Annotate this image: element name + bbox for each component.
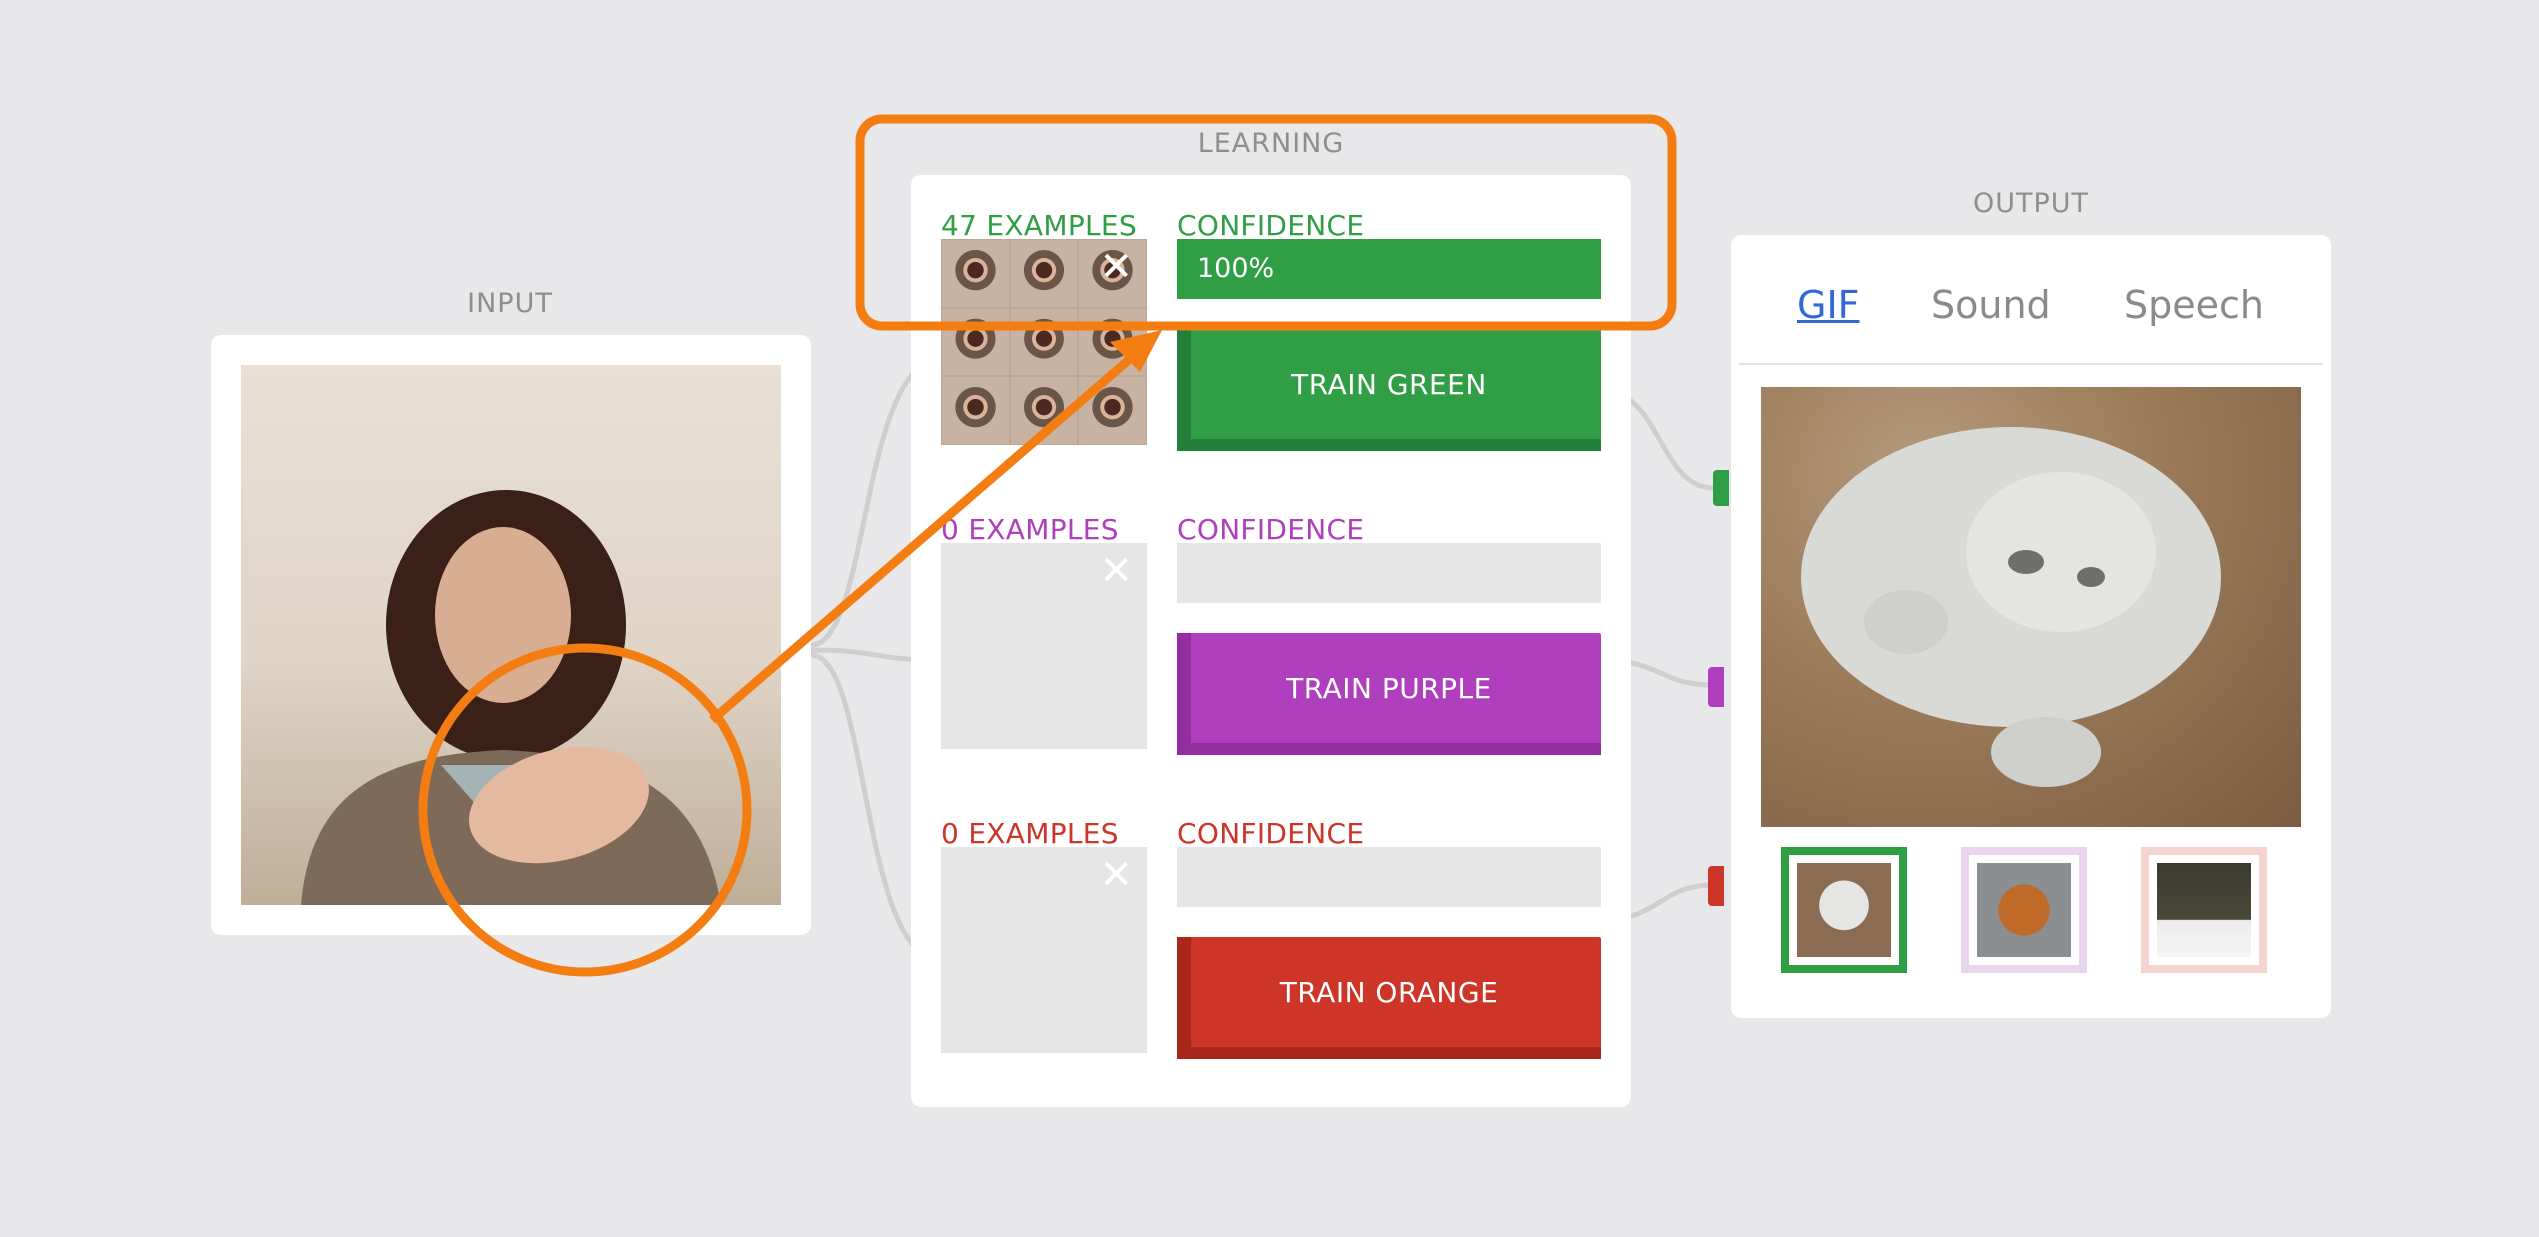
example-thumbnail [1009, 239, 1079, 308]
confidence-bar-green: 100% [1177, 239, 1601, 299]
tab-gif[interactable]: GIF [1797, 283, 1860, 327]
confidence-bar-purple [1177, 543, 1601, 603]
train-purple-label: TRAIN PURPLE [1286, 672, 1492, 705]
confidence-value-green: 100% [1197, 253, 1275, 284]
example-thumbnail [941, 376, 1010, 445]
learning-section-label: LEARNING [1197, 128, 1345, 159]
tab-speech[interactable]: Speech [2124, 283, 2264, 327]
train-orange-label: TRAIN ORANGE [1279, 976, 1499, 1009]
confidence-bar-orange [1177, 847, 1601, 907]
gif-thumbnail-white-cat[interactable] [1781, 847, 1907, 973]
examples-thumbnails-purple: ✕ [941, 543, 1147, 749]
purple-output-port [1708, 667, 1724, 707]
output-gif-display [1761, 387, 2301, 827]
example-thumbnail [941, 239, 1010, 308]
button-shade [1177, 329, 1191, 451]
orange-cat-image [1977, 863, 2071, 957]
class-row-orange: 0 EXAMPLES CONFIDENCE ✕ TRAIN ORANGE [941, 817, 1601, 1107]
clear-examples-orange-icon[interactable]: ✕ [1099, 855, 1133, 895]
clear-examples-purple-icon[interactable]: ✕ [1099, 551, 1133, 591]
train-purple-button[interactable]: TRAIN PURPLE [1177, 633, 1601, 755]
input-section-label: INPUT [467, 288, 553, 319]
confidence-label-green: CONFIDENCE [1177, 209, 1365, 242]
example-thumbnail [1009, 307, 1079, 377]
confidence-label-orange: CONFIDENCE [1177, 817, 1365, 850]
examples-thumbnails-green: ✕ [941, 239, 1147, 445]
class-row-purple: 0 EXAMPLES CONFIDENCE ✕ TRAIN PURPLE [941, 513, 1601, 803]
white-cat-image [1797, 863, 1891, 957]
green-output-port [1713, 470, 1729, 506]
input-panel [211, 335, 811, 935]
tab-sound[interactable]: Sound [1931, 283, 2051, 327]
examples-count-purple: 0 EXAMPLES [941, 513, 1119, 546]
gif-thumbnail-dark-cat[interactable] [2141, 847, 2267, 973]
examples-count-green: 47 EXAMPLES [941, 209, 1137, 242]
example-thumbnail [941, 307, 1010, 377]
train-green-button[interactable]: TRAIN GREEN [1177, 329, 1601, 451]
output-section-label: OUTPUT [1972, 188, 2090, 219]
output-panel: GIF Sound Speech [1731, 235, 2331, 1018]
button-shade [1177, 1047, 1601, 1059]
orange-output-port [1708, 866, 1724, 906]
examples-count-orange: 0 EXAMPLES [941, 817, 1119, 850]
train-orange-button[interactable]: TRAIN ORANGE [1177, 937, 1601, 1059]
class-row-green: 47 EXAMPLES CONFIDENCE ✕ 100% TRAIN GREE… [941, 209, 1601, 499]
button-shade [1177, 743, 1601, 755]
button-shade [1177, 937, 1191, 1059]
webcam-feed [241, 365, 781, 905]
dark-cat-image [2157, 863, 2251, 957]
learning-panel: 47 EXAMPLES CONFIDENCE ✕ 100% TRAIN GREE… [911, 175, 1631, 1107]
train-green-label: TRAIN GREEN [1291, 368, 1487, 401]
example-thumbnail [1078, 376, 1147, 445]
button-shade [1177, 439, 1601, 451]
example-thumbnail [1078, 307, 1147, 377]
examples-thumbnails-orange: ✕ [941, 847, 1147, 1053]
confidence-label-purple: CONFIDENCE [1177, 513, 1365, 546]
button-shade [1177, 633, 1191, 755]
tabs-divider [1739, 363, 2323, 365]
clear-examples-green-icon[interactable]: ✕ [1099, 247, 1133, 287]
gif-thumbnail-orange-cat[interactable] [1961, 847, 2087, 973]
example-thumbnail [1009, 376, 1079, 445]
